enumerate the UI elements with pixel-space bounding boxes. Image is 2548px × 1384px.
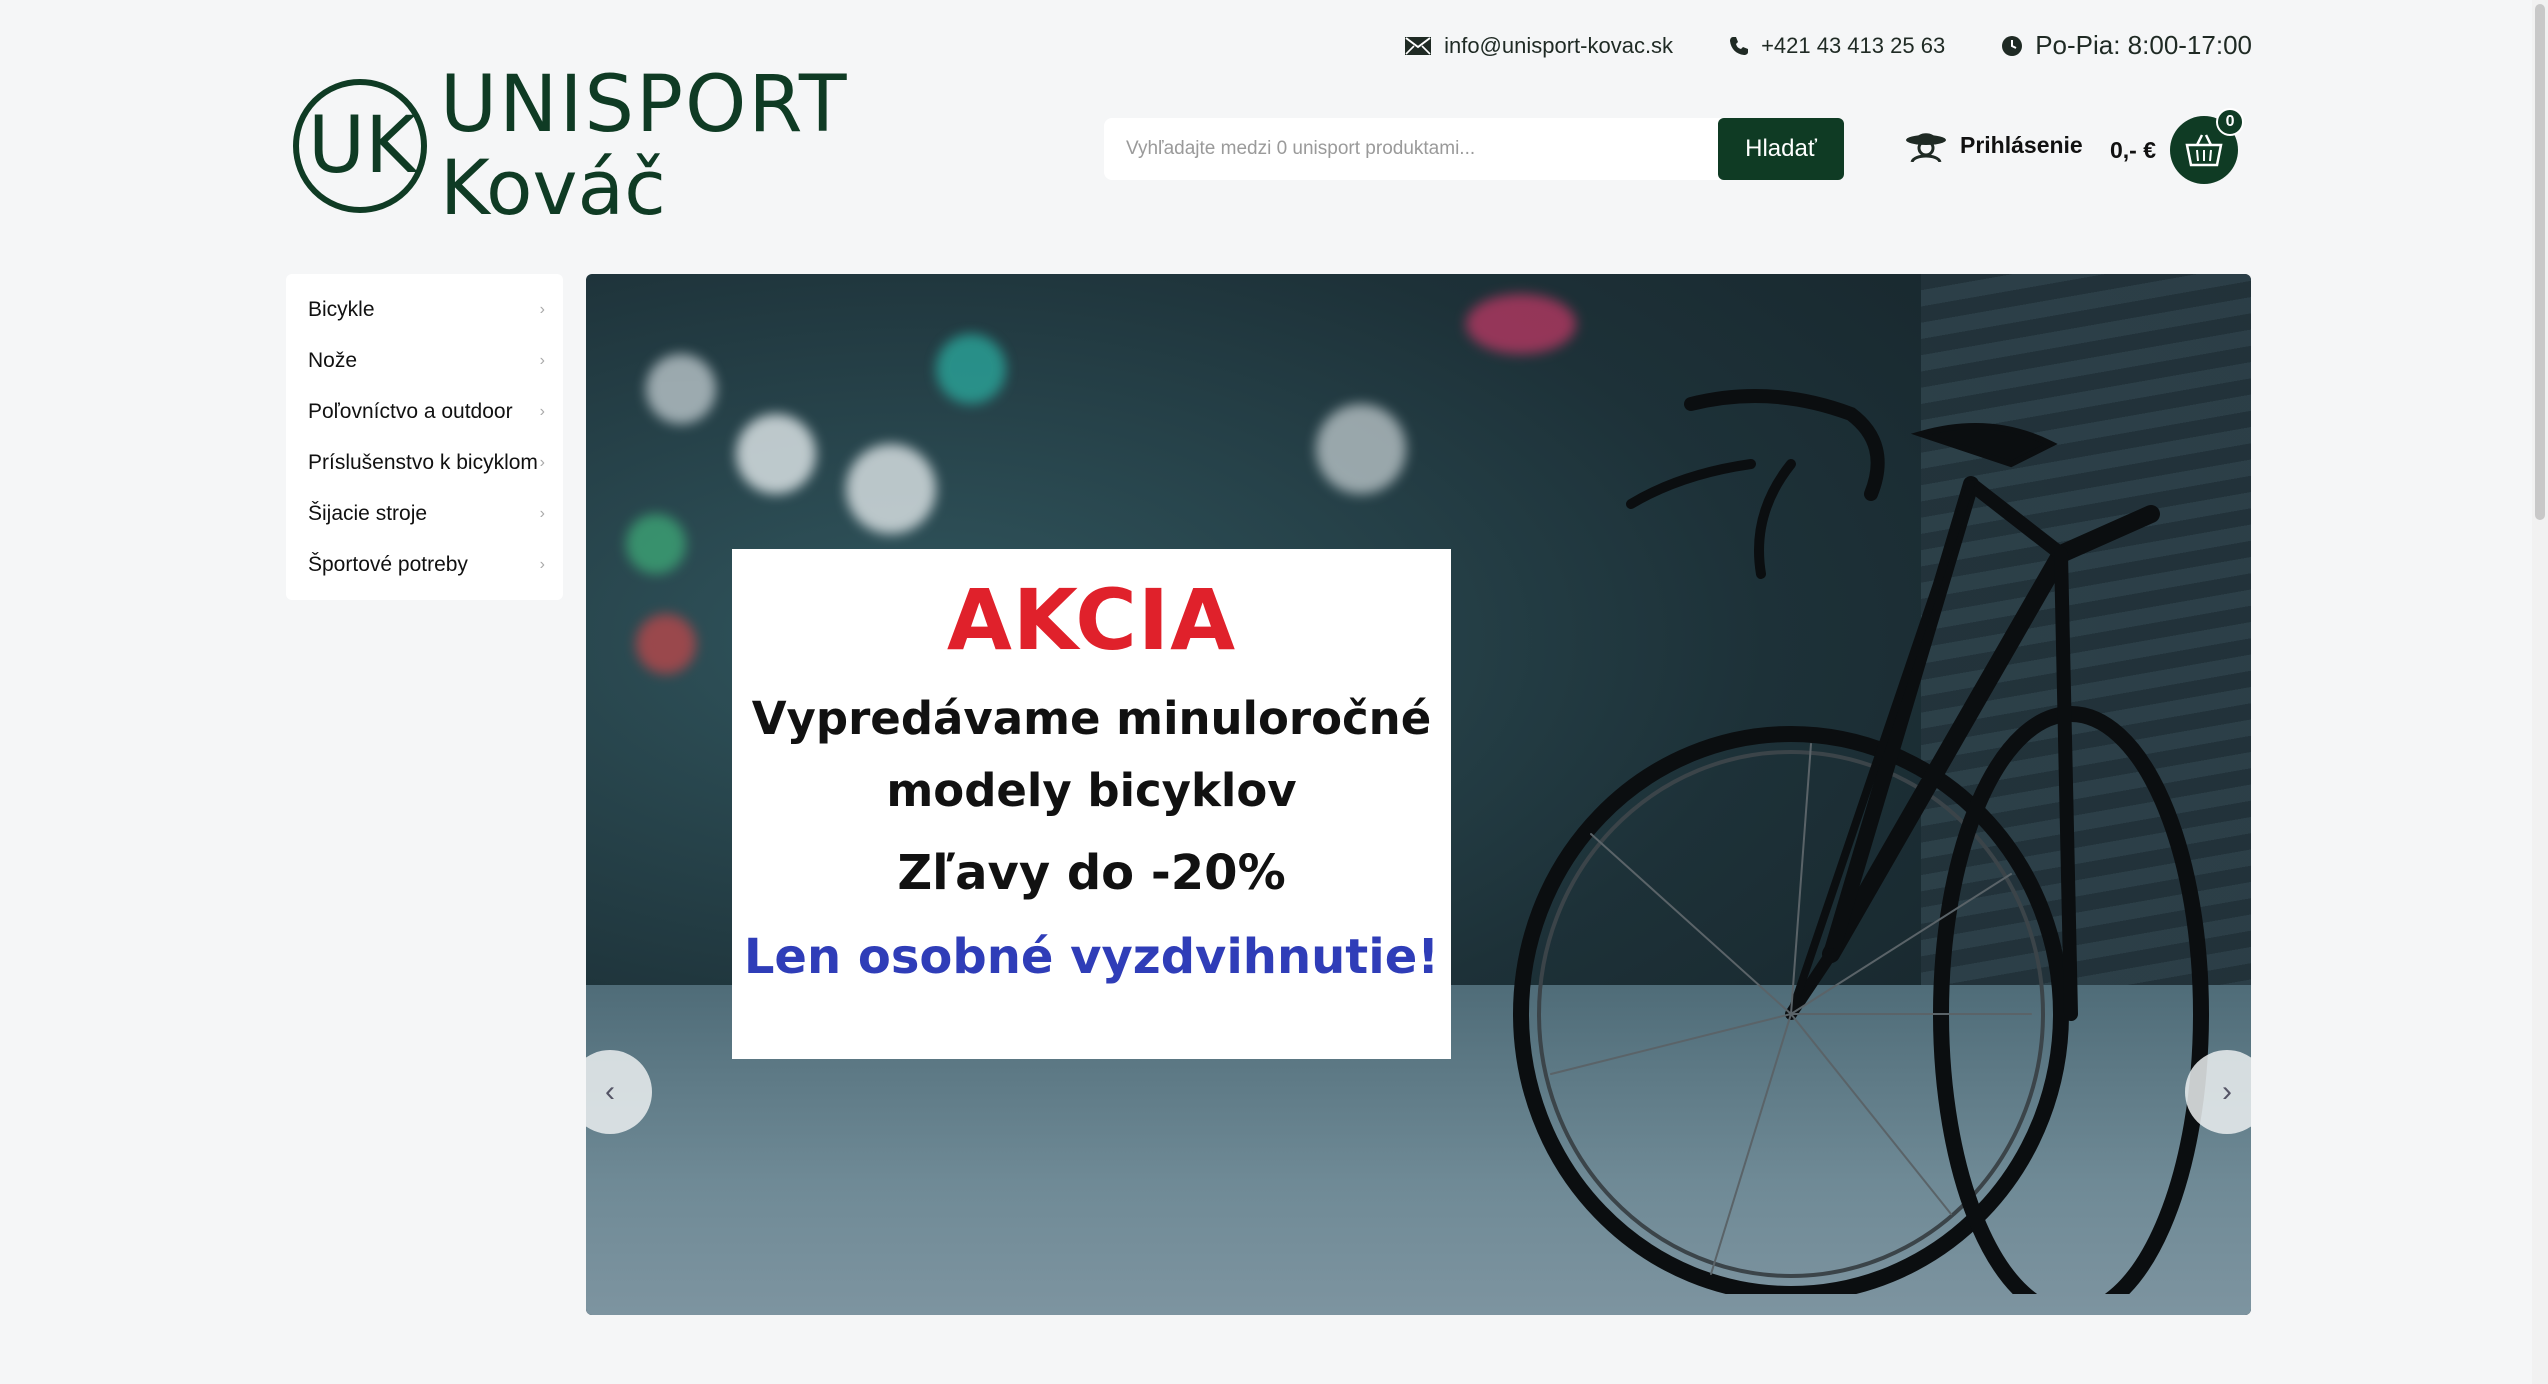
chevron-right-icon: › (539, 453, 545, 471)
sidebar-item-sijacie-stroje[interactable]: Šijacie stroje › (286, 488, 563, 539)
contact-bar: info@unisport-kovac.sk +421 43 413 25 63… (1404, 30, 2252, 61)
chevron-left-icon: ‹ (605, 1075, 615, 1108)
clock-icon (2002, 35, 2023, 56)
search-button[interactable]: Hladať (1718, 118, 1844, 180)
phone-icon (1730, 36, 1749, 55)
chevron-right-icon: › (539, 555, 545, 573)
cart-count-badge: 0 (2216, 108, 2245, 136)
bicycle-image (1513, 389, 2209, 1294)
bokeh-light (846, 444, 936, 534)
sidebar-item-label: Bicykle (308, 297, 375, 321)
sidebar-item-label: Nože (308, 348, 358, 372)
sidebar-item-prislusenstvo[interactable]: Príslušenstvo k bicyklom › (286, 437, 563, 488)
bokeh-light (636, 614, 696, 674)
chevron-right-icon: › (539, 351, 545, 369)
sidebar-item-noze[interactable]: Nože › (286, 335, 563, 386)
page: info@unisport-kovac.sk +421 43 413 25 63… (0, 0, 2548, 1384)
search-input[interactable] (1104, 118, 1722, 180)
promo-line3: Zľavy do -20% (897, 845, 1286, 901)
logo-wordmark: UNISPORT Kováč (440, 66, 849, 226)
login-link[interactable]: Prihlásenie (1904, 128, 2083, 162)
cart[interactable]: 0,- € 0 (2110, 108, 2245, 184)
hero-slider[interactable]: AKCIA Vypredávame minuloročné modely bic… (586, 274, 2251, 1315)
search-form: Hladať (1104, 118, 1844, 180)
bokeh-light (736, 414, 816, 494)
bokeh-light (646, 354, 716, 424)
phone-link[interactable]: +421 43 413 25 63 (1729, 33, 1945, 59)
logo-monogram-icon: UK (293, 79, 427, 213)
sidebar-item-sportove-potreby[interactable]: Športové potreby › (286, 539, 563, 590)
page-scrollbar[interactable] (2532, 0, 2548, 1384)
opening-hours: Po-Pia: 8:00-17:00 (2001, 30, 2252, 61)
category-menu: Bicykle › Nože › Poľovníctvo a outdoor ›… (286, 274, 563, 600)
site-logo[interactable]: UK UNISPORT Kováč (290, 66, 849, 226)
logo-line1: UNISPORT (440, 60, 849, 150)
email-link[interactable]: info@unisport-kovac.sk (1404, 33, 1673, 59)
bokeh-light (626, 514, 686, 574)
hours-text: Po-Pia: 8:00-17:00 (2035, 30, 2252, 60)
envelope-icon (1405, 36, 1432, 55)
sidebar-item-label: Športové potreby (308, 552, 468, 576)
cart-button[interactable]: 0 (2170, 108, 2245, 184)
promo-line1: Vypredávame minuloročné (751, 692, 1432, 745)
promo-line4: Len osobné vyzdvihnutie! (743, 929, 1440, 985)
bokeh-light (1316, 404, 1406, 494)
logo-line2: Kováč (440, 143, 666, 232)
chevron-right-icon: › (2222, 1075, 2232, 1108)
promo-line2: modely bicyklov (886, 764, 1297, 817)
user-hat-icon (1906, 133, 1946, 162)
phone-text: +421 43 413 25 63 (1761, 32, 1946, 58)
promo-title: AKCIA (946, 571, 1237, 669)
logo-monogram: UK (308, 101, 418, 191)
sidebar-item-polovnictvo[interactable]: Poľovníctvo a outdoor › (286, 386, 563, 437)
promo-card: AKCIA Vypredávame minuloročné modely bic… (732, 549, 1451, 1059)
basket-icon (2185, 134, 2223, 167)
chevron-right-icon: › (539, 402, 545, 420)
email-text: info@unisport-kovac.sk (1444, 32, 1674, 58)
scrollbar-thumb[interactable] (2535, 4, 2545, 520)
sidebar-item-bicykle[interactable]: Bicykle › (286, 284, 563, 335)
sidebar-item-label: Šijacie stroje (308, 501, 428, 525)
chevron-right-icon: › (539, 504, 545, 522)
chevron-right-icon: › (539, 300, 545, 318)
login-label: Prihlásenie (1960, 131, 2083, 158)
sidebar-item-label: Príslušenstvo k bicyklom (308, 450, 538, 474)
cart-total: 0,- € (2110, 136, 2157, 163)
sidebar-item-label: Poľovníctvo a outdoor (308, 399, 513, 423)
bokeh-light (936, 334, 1006, 404)
